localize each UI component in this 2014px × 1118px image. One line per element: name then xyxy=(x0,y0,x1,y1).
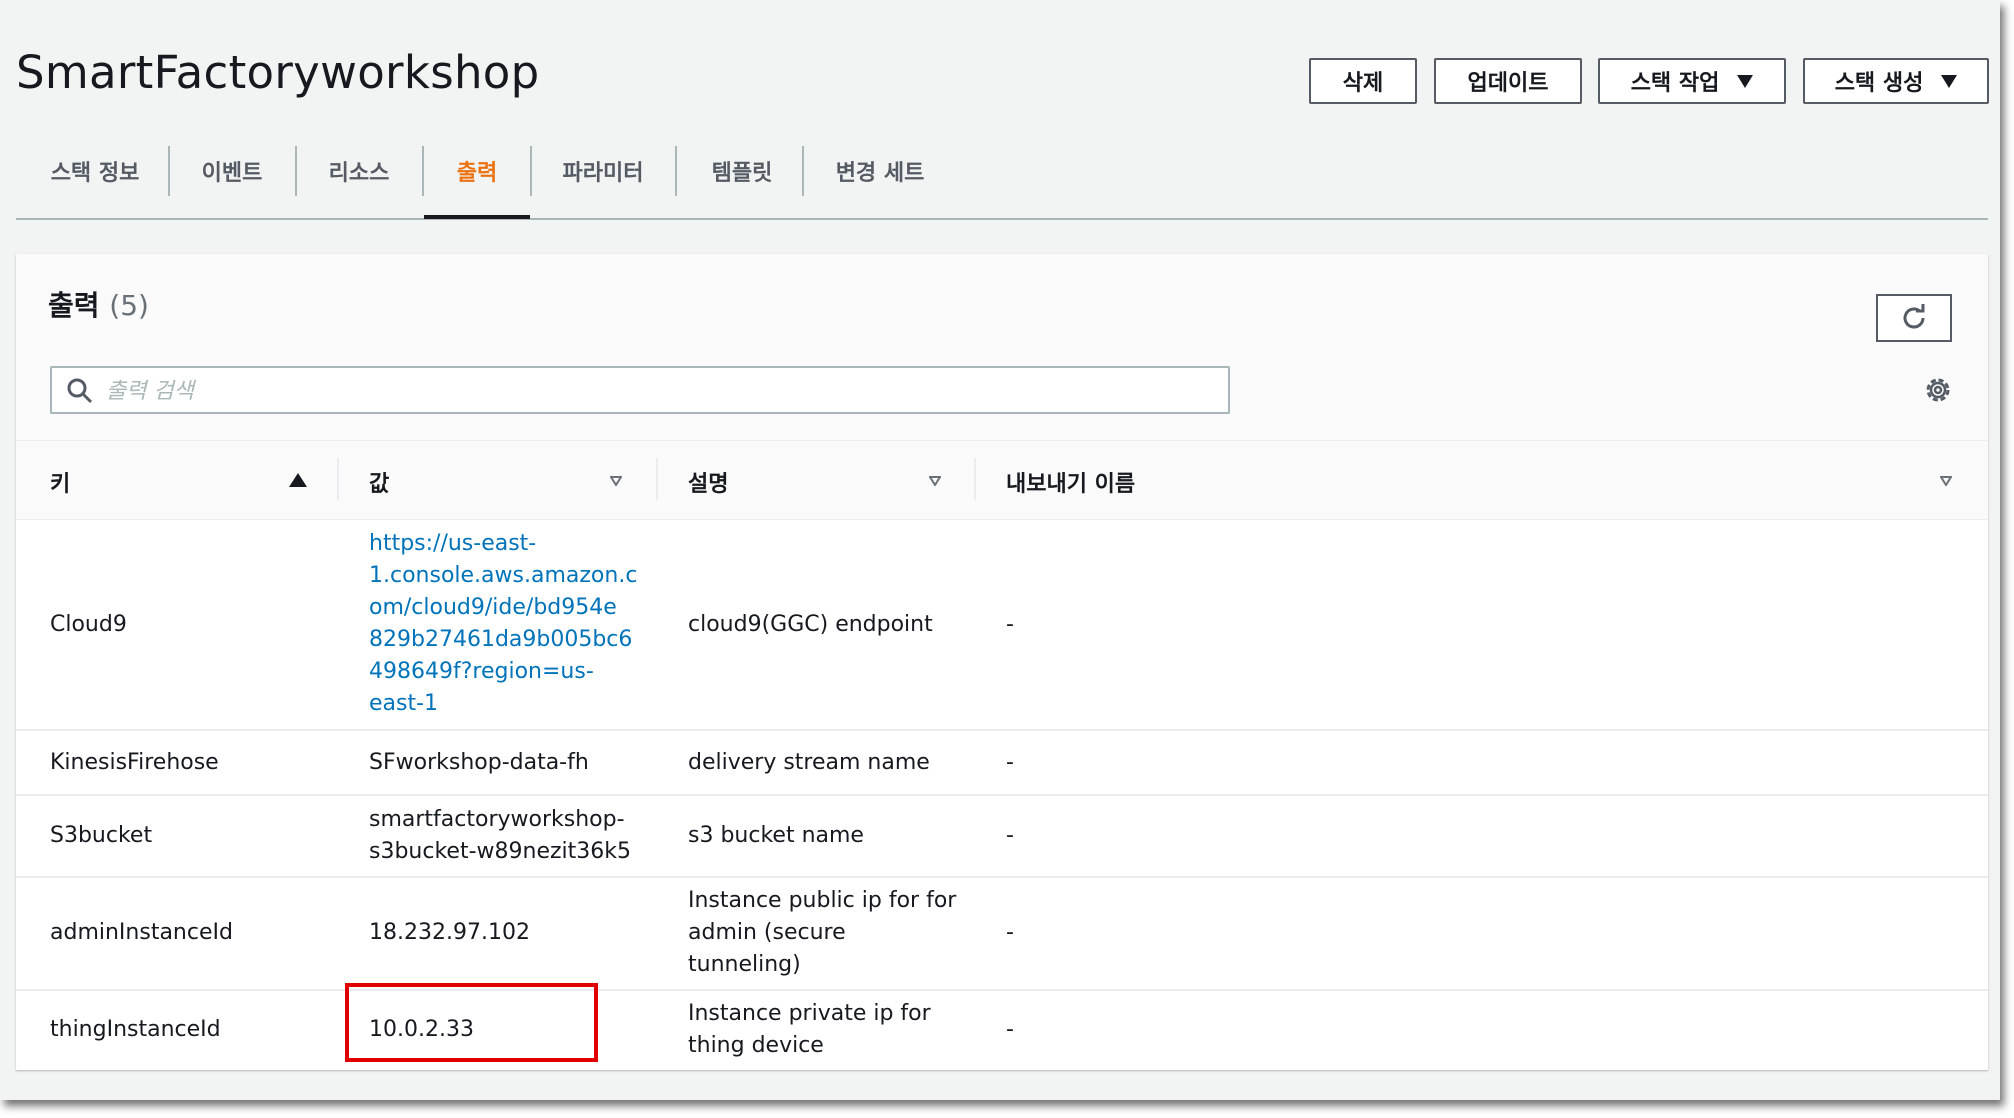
cell-key: S3bucket xyxy=(50,823,153,848)
link-line: 498649f?region=us- xyxy=(369,659,594,684)
gear-icon[interactable] xyxy=(1922,374,1954,406)
tab-separator xyxy=(675,146,677,196)
tab-label: 템플릿 xyxy=(711,161,773,186)
link-line: 829b27461da9b005bc6 xyxy=(369,627,633,652)
tab-events[interactable]: 이벤트 xyxy=(176,144,288,198)
cell-description: s3 bucket name xyxy=(688,820,864,852)
table-row xyxy=(16,518,1988,731)
table-header xyxy=(16,440,1988,520)
link-line: om/cloud9/ide/bd954e xyxy=(369,595,617,620)
delete-button[interactable]: 삭제 xyxy=(1309,58,1417,104)
tab-separator xyxy=(802,146,804,196)
tab-label: 이벤트 xyxy=(201,161,263,186)
cell-export: - xyxy=(1006,1017,1014,1042)
link-line: https://us-east- xyxy=(369,531,537,556)
search-input[interactable] xyxy=(104,376,1208,406)
create-stack-dropdown[interactable]: 스택 생성 xyxy=(1803,58,1989,104)
cell-description: delivery stream name xyxy=(688,747,930,779)
tab-stack-info[interactable]: 스택 정보 xyxy=(30,144,160,198)
value-line: SFworkshop-data-fh xyxy=(369,750,589,775)
tab-parameters[interactable]: 파라미터 xyxy=(538,144,668,198)
cell-export: - xyxy=(1006,750,1014,775)
cell-key: thingInstanceId xyxy=(50,1017,221,1042)
tab-separator xyxy=(295,146,297,196)
sort-icon[interactable] xyxy=(929,476,941,486)
update-button-label: 업데이트 xyxy=(1467,71,1549,96)
table-row xyxy=(16,729,1988,796)
description-line: s3 bucket name xyxy=(688,823,864,848)
cell-export: - xyxy=(1006,920,1014,945)
description-line: Instance private ip for xyxy=(688,1001,931,1026)
cloud9-url-link[interactable]: https://us-east- 1.console.aws.amazon.c … xyxy=(369,528,637,720)
column-header-value[interactable]: 값 xyxy=(369,466,389,498)
tab-label: 스택 정보 xyxy=(50,161,140,186)
create-stack-label: 스택 생성 xyxy=(1834,71,1924,96)
description-line: Instance public ip for for xyxy=(688,888,957,913)
column-separator[interactable] xyxy=(337,458,339,500)
search-field[interactable] xyxy=(50,366,1230,414)
refresh-button[interactable] xyxy=(1876,294,1952,342)
cell-key: Cloud9 xyxy=(50,612,127,637)
column-header-export-name[interactable]: 내보내기 이름 xyxy=(1006,466,1135,498)
table-row xyxy=(16,794,1988,878)
tab-change-sets[interactable]: 변경 세트 xyxy=(810,144,950,198)
value-line: smartfactoryworkshop- xyxy=(369,807,625,832)
tab-label: 파라미터 xyxy=(562,161,644,186)
highlight-box xyxy=(345,983,598,1062)
tab-active-indicator xyxy=(424,215,530,219)
link-line: 1.console.aws.amazon.c xyxy=(369,563,638,588)
tab-outputs[interactable]: 출력 xyxy=(424,144,530,198)
cell-description: Instance private ip for thing device xyxy=(688,998,931,1062)
outputs-title-text: 출력 xyxy=(48,289,100,322)
refresh-icon xyxy=(1903,304,1925,329)
sort-ascending-icon[interactable] xyxy=(289,473,307,487)
description-line: cloud9(GGC) endpoint xyxy=(688,612,933,637)
column-header-key[interactable]: 키 xyxy=(50,466,70,498)
stack-actions-dropdown[interactable]: 스택 작업 xyxy=(1598,58,1786,104)
tab-separator xyxy=(168,146,170,196)
sort-icon[interactable] xyxy=(610,476,622,486)
tab-template[interactable]: 템플릿 xyxy=(683,144,801,198)
tab-label: 출력 xyxy=(456,161,498,186)
column-separator[interactable] xyxy=(656,458,658,500)
table-row xyxy=(16,989,1988,1070)
value-line: s3bucket-w89nezit36k5 xyxy=(369,839,632,864)
update-button[interactable]: 업데이트 xyxy=(1434,58,1582,104)
search-icon xyxy=(67,378,93,404)
value-line: 18.232.97.102 xyxy=(369,920,530,945)
cell-description: cloud9(GGC) endpoint xyxy=(688,609,933,641)
cell-value: smartfactoryworkshop- s3bucket-w89nezit3… xyxy=(369,804,631,868)
tab-resources[interactable]: 리소스 xyxy=(303,144,415,198)
tab-separator xyxy=(530,146,532,196)
description-line: delivery stream name xyxy=(688,750,930,775)
caret-down-icon xyxy=(1737,74,1754,88)
tabs-divider xyxy=(16,218,1988,220)
caret-down-icon xyxy=(1941,74,1958,88)
column-header-description[interactable]: 설명 xyxy=(688,466,728,498)
cell-value: SFworkshop-data-fh xyxy=(369,747,589,779)
column-separator[interactable] xyxy=(974,458,976,500)
outputs-title: 출력 (5) xyxy=(48,284,149,324)
delete-button-label: 삭제 xyxy=(1342,71,1384,96)
description-line: thing device xyxy=(688,1033,824,1058)
sort-icon[interactable] xyxy=(1940,476,1952,486)
link-line: east-1 xyxy=(369,691,439,716)
table-row xyxy=(16,876,1988,991)
stack-actions-label: 스택 작업 xyxy=(1630,71,1720,96)
page-title: SmartFactoryworkshop xyxy=(16,46,540,99)
cell-export: - xyxy=(1006,823,1014,848)
cell-value: 18.232.97.102 xyxy=(369,917,530,949)
outputs-count: (5) xyxy=(109,289,149,322)
cell-description: Instance public ip for for admin (secure… xyxy=(688,885,956,981)
description-line: admin (secure xyxy=(688,920,846,945)
tab-label: 리소스 xyxy=(328,161,390,186)
cell-export: - xyxy=(1006,612,1014,637)
cell-key: KinesisFirehose xyxy=(50,750,219,775)
tab-label: 변경 세트 xyxy=(835,161,925,186)
cell-key: adminInstanceId xyxy=(50,920,233,945)
description-line: tunneling) xyxy=(688,952,801,977)
